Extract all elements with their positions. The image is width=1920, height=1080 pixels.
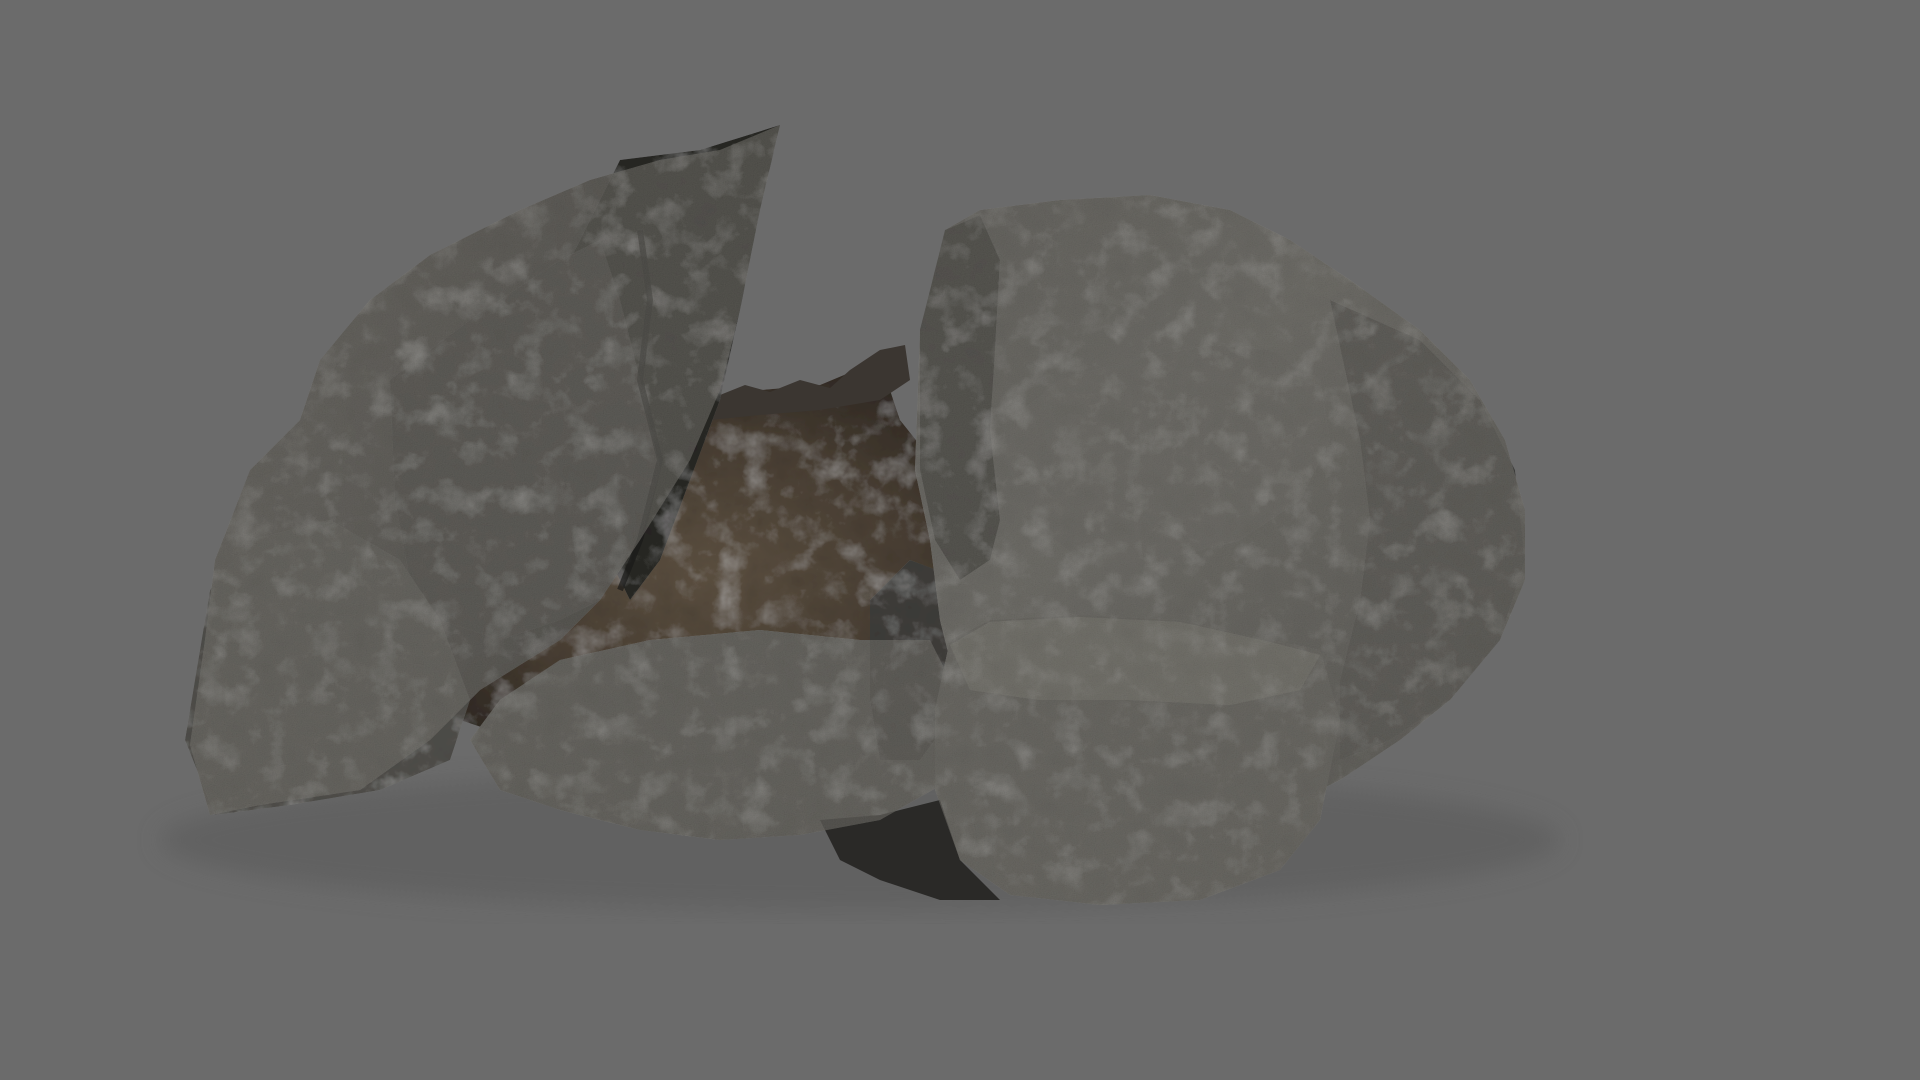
rock-scene <box>0 0 1920 1080</box>
3d-viewport[interactable] <box>0 0 1920 1080</box>
